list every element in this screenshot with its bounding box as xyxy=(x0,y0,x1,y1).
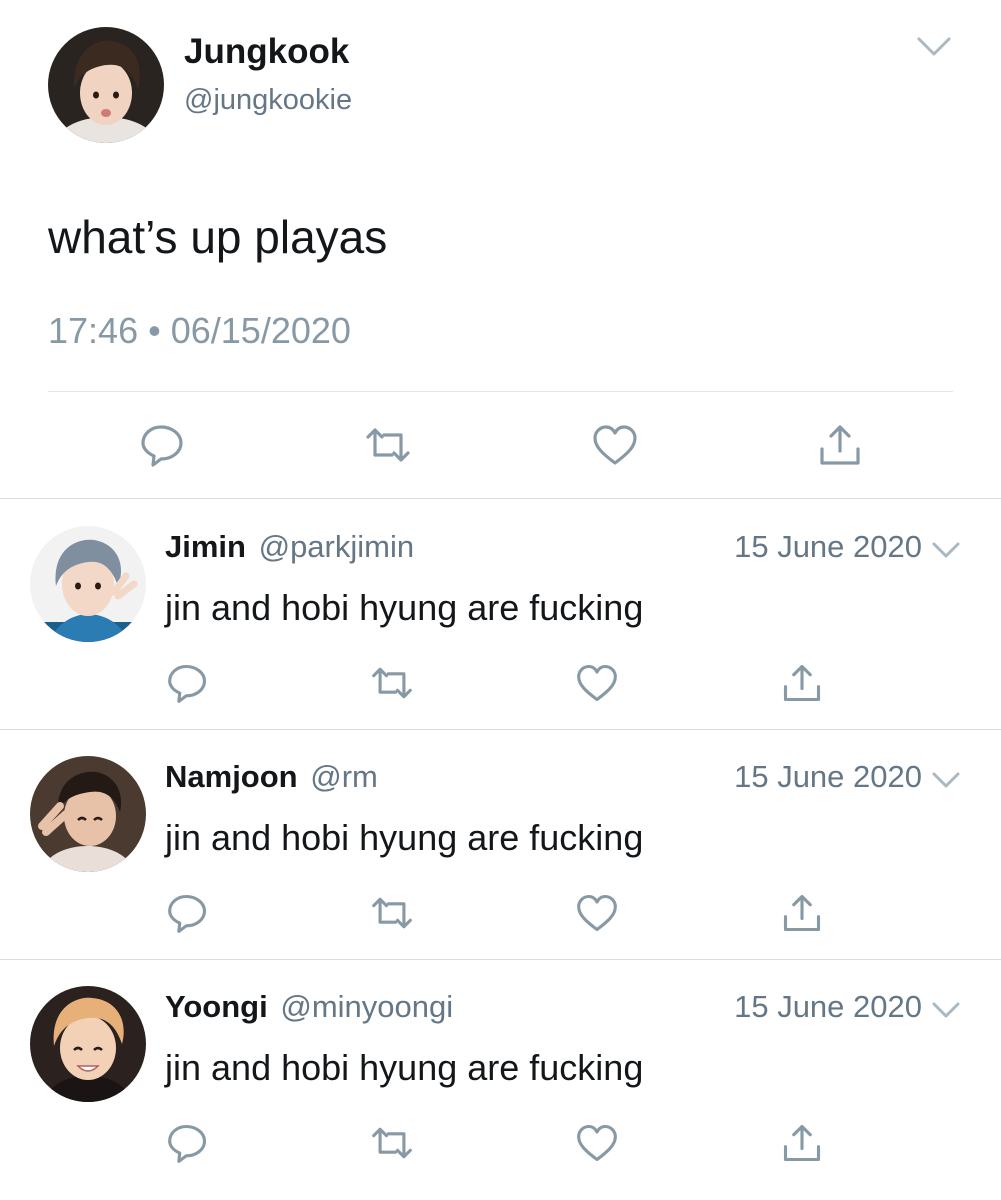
retweet-icon[interactable] xyxy=(364,423,412,467)
chevron-down-icon[interactable] xyxy=(932,542,960,558)
chevron-down-icon[interactable] xyxy=(932,772,960,788)
avatar-jungkook[interactable] xyxy=(48,27,164,143)
reply-author-handle[interactable]: @parkjimin xyxy=(259,529,415,564)
reply-text: jin and hobi hyung are fucking xyxy=(165,1047,644,1088)
author-name[interactable]: Jungkook xyxy=(184,32,349,72)
tweet-text: what’s up playas xyxy=(48,211,388,263)
reply-date: 15 June 2020 xyxy=(734,759,922,794)
reply-date: 15 June 2020 xyxy=(734,529,922,564)
reply-author-name[interactable]: Namjoon xyxy=(165,759,298,794)
reply-icon[interactable] xyxy=(166,1122,210,1164)
timestamp-separator: • xyxy=(148,310,161,351)
reply-tweet[interactable]: Namjoon @rm 15 June 2020 jin and hobi hy… xyxy=(0,729,1001,959)
retweet-icon[interactable] xyxy=(370,1122,414,1164)
like-icon[interactable] xyxy=(575,1122,619,1164)
avatar-yoongi[interactable] xyxy=(30,986,146,1102)
chevron-down-icon[interactable] xyxy=(932,1002,960,1018)
like-icon[interactable] xyxy=(591,423,639,467)
reply-icon[interactable] xyxy=(166,892,210,934)
reply-text: jin and hobi hyung are fucking xyxy=(165,817,644,858)
chevron-down-icon[interactable] xyxy=(916,36,952,58)
author-handle[interactable]: @jungkookie xyxy=(184,84,352,117)
share-icon[interactable] xyxy=(780,892,824,934)
reply-text: jin and hobi hyung are fucking xyxy=(165,587,644,628)
reply-header: Namjoon @rm xyxy=(165,758,378,796)
reply-date: 15 June 2020 xyxy=(734,989,922,1024)
retweet-icon[interactable] xyxy=(370,892,414,934)
tweet-timestamp: 17:46 • 06/15/2020 xyxy=(48,310,351,352)
share-icon[interactable] xyxy=(780,1122,824,1164)
avatar-namjoon[interactable] xyxy=(30,756,146,872)
reply-tweet[interactable]: Jimin @parkjimin 15 June 2020 jin and ho… xyxy=(0,499,1001,729)
reply-author-name[interactable]: Jimin xyxy=(165,529,246,564)
reply-header: Jimin @parkjimin xyxy=(165,528,414,566)
retweet-icon[interactable] xyxy=(370,662,414,704)
reply-author-handle[interactable]: @rm xyxy=(310,759,378,794)
avatar-jimin[interactable] xyxy=(30,526,146,642)
tweet-time: 17:46 xyxy=(48,310,139,351)
reply-tweet[interactable]: Yoongi @minyoongi 15 June 2020 jin and h… xyxy=(0,959,1001,1189)
tweet-date: 06/15/2020 xyxy=(170,310,351,351)
main-tweet: Jungkook @jungkookie what’s up playas 17… xyxy=(0,0,1001,499)
reply-header: Yoongi @minyoongi xyxy=(165,988,453,1026)
like-icon[interactable] xyxy=(575,892,619,934)
share-icon[interactable] xyxy=(780,662,824,704)
share-icon[interactable] xyxy=(816,423,864,467)
reply-icon[interactable] xyxy=(139,423,187,467)
reply-author-handle[interactable]: @minyoongi xyxy=(280,989,453,1024)
reply-author-name[interactable]: Yoongi xyxy=(165,989,268,1024)
like-icon[interactable] xyxy=(575,662,619,704)
reply-icon[interactable] xyxy=(166,662,210,704)
divider xyxy=(48,391,953,392)
